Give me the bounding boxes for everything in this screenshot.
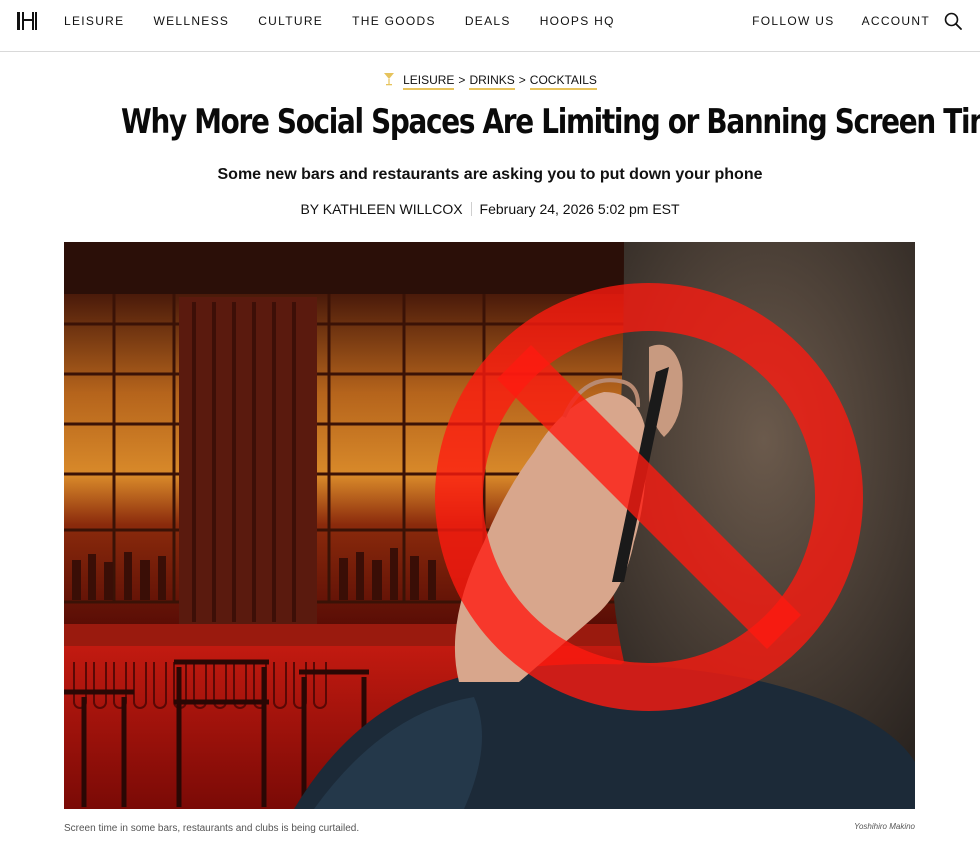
- author-byline[interactable]: BY KATHLEEN WILLCOX: [300, 201, 462, 217]
- hero-illustration: [64, 242, 915, 809]
- publish-date: February 24, 2026 5:02 pm EST: [479, 201, 680, 217]
- follow-us-link[interactable]: FOLLOW US: [752, 14, 834, 28]
- site-logo[interactable]: [16, 11, 38, 31]
- nav-hoops-hq[interactable]: HOOPS HQ: [540, 14, 615, 28]
- nav-culture[interactable]: CULTURE: [258, 14, 323, 28]
- image-caption: Screen time in some bars, restaurants an…: [64, 823, 360, 834]
- hero-image: [64, 242, 915, 809]
- cocktail-glass-icon: [384, 73, 395, 86]
- article-dek: Some new bars and restaurants are asking…: [217, 166, 763, 183]
- nav-leisure[interactable]: LEISURE: [64, 14, 124, 28]
- breadcrumb-separator: >: [518, 73, 526, 87]
- article-headline: Why More Social Spaces Are Limiting or B…: [121, 102, 980, 142]
- breadcrumb: LEISURE > DRINKS > COCKTAILS: [0, 72, 980, 90]
- nav-deals[interactable]: DEALS: [465, 14, 511, 28]
- image-credit: Yoshihiro Makino: [854, 822, 915, 831]
- nav-the-goods[interactable]: THE GOODS: [352, 14, 436, 28]
- account-link[interactable]: ACCOUNT: [862, 14, 930, 28]
- breadcrumb-separator: >: [458, 73, 466, 87]
- nav-wellness[interactable]: WELLNESS: [153, 14, 229, 28]
- breadcrumb-drinks[interactable]: DRINKS: [469, 73, 515, 90]
- byline-divider: [470, 202, 472, 216]
- search-icon[interactable]: [944, 12, 962, 30]
- primary-nav: LEISURE WELLNESS CULTURE THE GOODS DEALS…: [64, 0, 644, 42]
- secondary-nav: FOLLOW US ACCOUNT: [725, 0, 930, 42]
- breadcrumb-leisure[interactable]: LEISURE: [403, 73, 455, 90]
- top-navigation: LEISURE WELLNESS CULTURE THE GOODS DEALS…: [0, 0, 980, 52]
- byline: BY KATHLEEN WILLCOX February 24, 2026 5:0…: [0, 201, 980, 217]
- breadcrumb-cocktails[interactable]: COCKTAILS: [529, 73, 597, 90]
